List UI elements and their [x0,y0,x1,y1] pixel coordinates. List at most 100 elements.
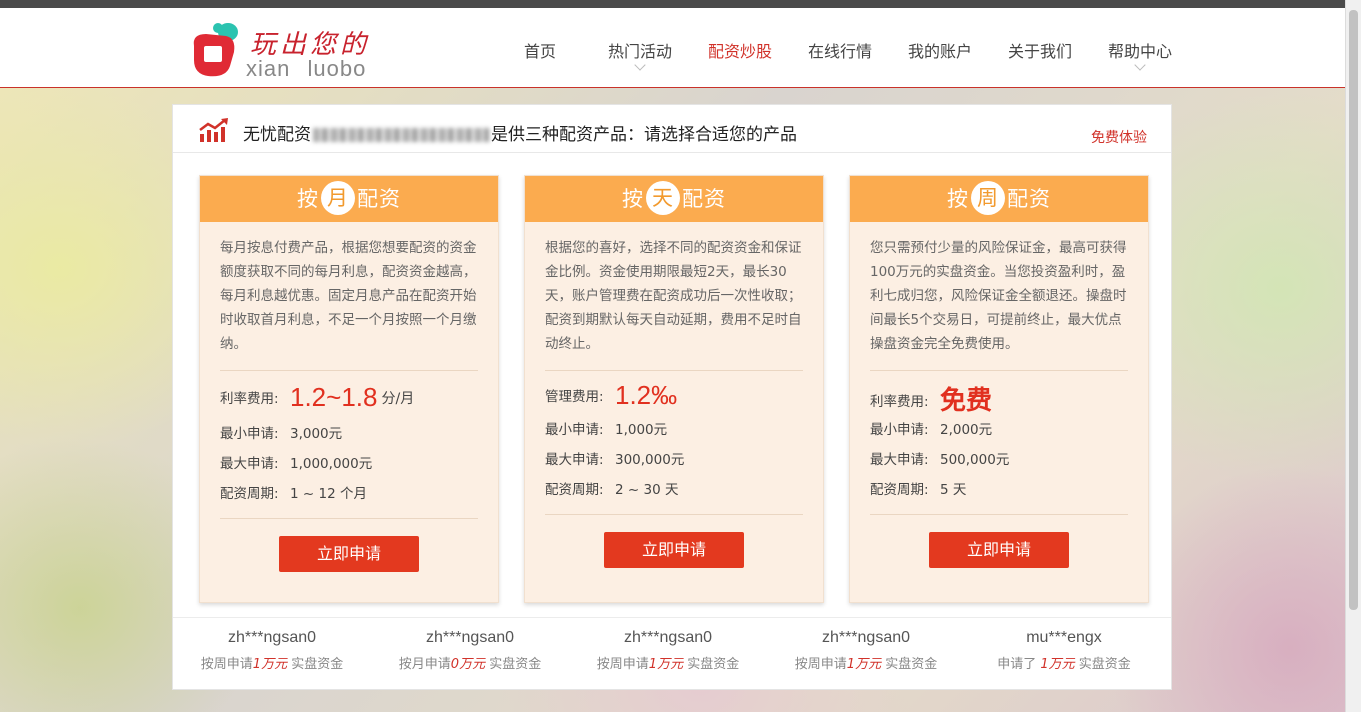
feed-pre: 按月申请 [398,657,451,672]
feed-pre: 按周申请 [200,657,253,672]
feed-description: 按周申请1万元 实盘资金 [569,653,767,672]
feed-item: zh***ngsan0 按月申请0万元 实盘资金 [371,629,569,685]
card-header: 按周配资 [850,176,1148,222]
nav-margin-trading[interactable]: 配资炒股 [690,8,790,88]
period-row: 配资周期: 5 天 [870,478,966,498]
card-header: 按天配资 [525,176,823,222]
max-label: 最大申请: [220,456,279,472]
divider [173,617,1171,618]
feed-post: 实盘资金 [881,657,938,672]
nav-label: 配资炒股 [707,42,772,61]
nav-label: 帮助中心 [1107,42,1172,61]
panel-header: 无忧配资 是供三种配资产品：请选择合适您的产品 免费体验 [173,105,1171,153]
fee-label: 利率费用: [870,394,929,410]
feed-username: zh***ngsan0 [821,629,911,646]
nav-label: 首页 [523,42,556,61]
divider [545,514,803,515]
nav-hot-activities[interactable]: 热门活动 [590,8,690,88]
card-head-suffix: 配资 [357,187,401,211]
card-head-circle: 月 [321,181,355,215]
nav-label: 关于我们 [1007,42,1072,61]
max-label: 最大申请: [545,452,604,468]
panel-title-suffix: 是供三种配资产品：请选择合适您的产品 [491,125,797,145]
feed-username: zh***ngsan0 [425,629,515,646]
nav-home[interactable]: 首页 [490,8,590,88]
period-value: 5 天 [940,482,967,498]
free-trial-link[interactable]: 免费体验 [1091,127,1147,147]
panel-title: 无忧配资 是供三种配资产品：请选择合适您的产品 [243,120,797,145]
fee-label: 管理费用: [545,389,604,405]
feed-pre: 按周申请 [596,657,649,672]
feed-post: 实盘资金 [683,657,740,672]
nav-about-us[interactable]: 关于我们 [990,8,1090,88]
application-feed: zh***ngsan0 按周申请1万元 实盘资金 zh***ngsan0 按月申… [173,629,1171,685]
card-head-prefix: 按 [622,187,644,211]
chevron-down-icon [634,59,646,71]
min-row: 最小申请: 2,000元 [870,418,992,438]
feed-username: mu***engx [1026,629,1102,646]
trend-chart-icon [199,118,228,142]
card-description: 每月按息付费产品，根据您想要配资的资金额度获取不同的每月利息，配资资金越高，每月… [220,240,477,352]
feed-username: zh***ngsan0 [623,629,713,646]
min-label: 最小申请: [870,422,929,438]
max-row: 最大申请: 500,000元 [870,448,1009,468]
feed-item: zh***ngsan0 按周申请1万元 实盘资金 [569,629,767,685]
fee-value: 免费 [940,386,993,416]
min-value: 3,000元 [290,426,343,442]
max-label: 最大申请: [870,452,929,468]
nav-label: 我的账户 [907,42,972,61]
site-header: 玩出您的 xian luobo 首页 热门活动 配资炒股 在线行情 我的账户 关… [0,8,1345,88]
fee-label: 利率费用: [220,391,279,407]
logo-english-text: xian luobo [246,56,367,81]
product-panel: 无忧配资 是供三种配资产品：请选择合适您的产品 免费体验 按月配资 每月按息付费产… [172,104,1172,690]
vertical-scrollbar[interactable] [1345,0,1361,712]
min-value: 1,000元 [615,422,668,438]
nav-help-center[interactable]: 帮助中心 [1090,8,1190,88]
fee-value: 1.2‰ [615,380,678,410]
period-label: 配资周期: [220,486,279,502]
min-label: 最小申请: [545,422,604,438]
nav-market-quotes[interactable]: 在线行情 [790,8,890,88]
product-card-weekly: 按周配资 您只需预付少量的风险保证金，最高可获得100万元的实盘资金。当您投资盈… [849,175,1149,603]
fee-row: 利率费用: 1.2~1.8 分/月 [220,382,414,413]
apply-button[interactable]: 立即申请 [279,536,419,572]
nav-label: 在线行情 [807,42,872,61]
period-label: 配资周期: [545,482,604,498]
card-description: 您只需预付少量的风险保证金，最高可获得100万元的实盘资金。当您投资盈利时，盈利… [870,240,1127,352]
feed-post: 实盘资金 [485,657,542,672]
fee-unit: 分/月 [381,391,415,407]
chevron-down-icon [1134,59,1146,71]
product-card-monthly: 按月配资 每月按息付费产品，根据您想要配资的资金额度获取不同的每月利息，配资资金… [199,175,499,603]
blurred-text [313,128,489,142]
scrollbar-thumb[interactable] [1349,10,1358,610]
divider [545,370,803,371]
nav-label: 热门活动 [607,42,672,61]
apply-button[interactable]: 立即申请 [604,532,744,568]
card-head-circle: 周 [971,181,1005,215]
card-head-prefix: 按 [947,187,969,211]
divider [220,518,478,519]
period-row: 配资周期: 2 ~ 30 天 [545,478,678,498]
main-nav: 首页 热门活动 配资炒股 在线行情 我的账户 关于我们 帮助中心 [490,8,1190,88]
divider [870,514,1128,515]
max-value: 1,000,000元 [290,456,373,472]
fee-row: 利率费用: 免费 [870,380,996,417]
min-row: 最小申请: 3,000元 [220,422,342,442]
period-value: 2 ~ 30 天 [615,482,679,498]
period-label: 配资周期: [870,482,929,498]
feed-post: 实盘资金 [1074,657,1131,672]
site-logo[interactable]: 玩出您的 xian luobo [188,20,388,84]
period-value: 1 ~ 12 个月 [290,486,367,502]
nav-my-account[interactable]: 我的账户 [890,8,990,88]
period-row: 配资周期: 1 ~ 12 个月 [220,482,367,502]
feed-description: 按月申请0万元 实盘资金 [371,653,569,672]
radish-logo-icon [193,23,238,77]
divider [870,370,1128,371]
feed-amount: 0万元 [450,657,486,672]
product-card-daily: 按天配资 根据您的喜好，选择不同的配资资金和保证金比例。资金使用期限最短2天，最… [524,175,824,603]
fee-value: 1.2~1.8 [290,382,378,412]
feed-amount: 1万元 [1040,657,1075,672]
card-head-suffix: 配资 [1007,187,1051,211]
apply-button[interactable]: 立即申请 [929,532,1069,568]
card-head-prefix: 按 [297,187,319,211]
